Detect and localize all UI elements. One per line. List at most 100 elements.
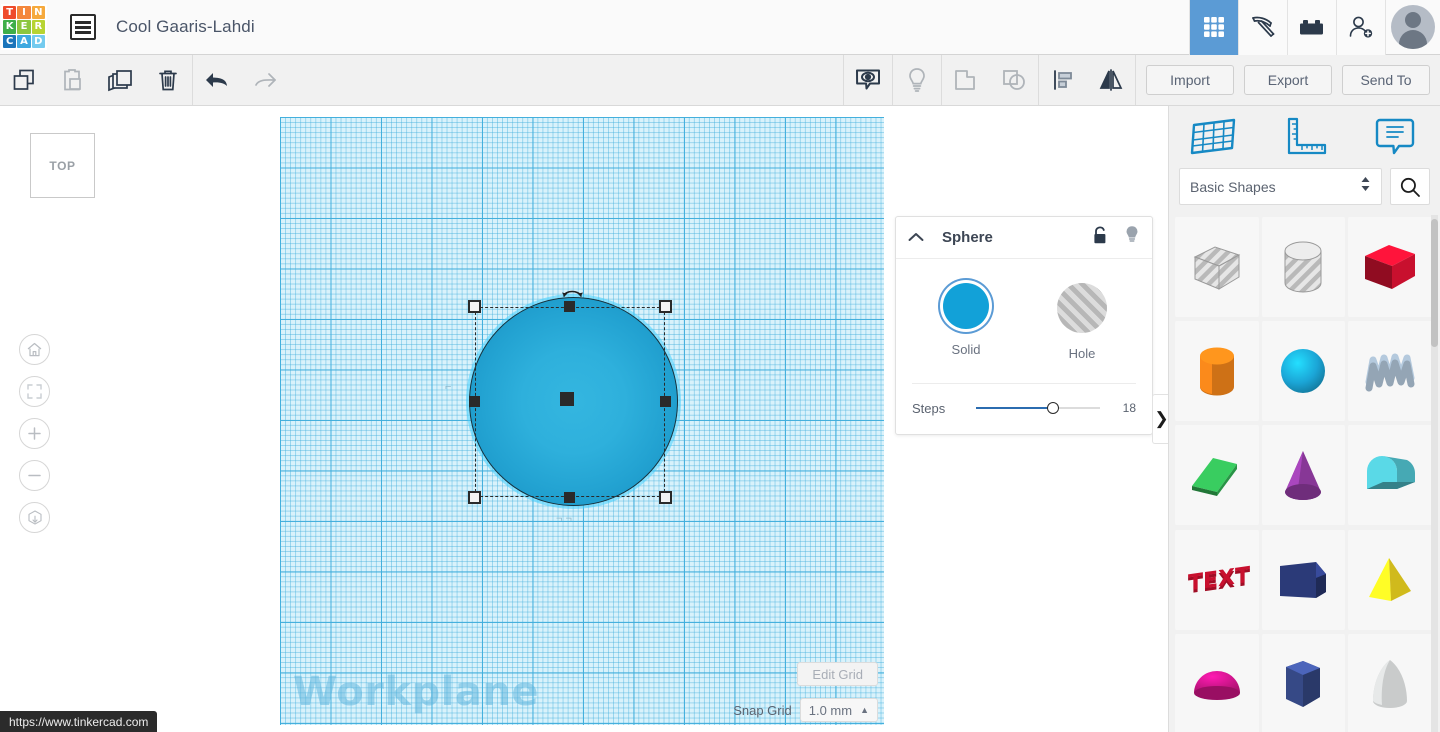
fit-to-view-icon[interactable] <box>19 376 50 407</box>
pyramid-shape[interactable] <box>1348 530 1432 630</box>
scribble-shape[interactable] <box>1348 321 1432 421</box>
apps-grid-icon[interactable] <box>1189 0 1238 55</box>
unlock-icon[interactable] <box>1092 226 1108 250</box>
toolbar-divider-6 <box>1135 55 1136 105</box>
shapes-panel-tabs <box>1169 106 1440 168</box>
logo-tile-e: E <box>17 20 30 33</box>
inspector-divider <box>912 383 1136 384</box>
grid-controls: Edit Grid Snap Grid 1.0 mm ▲ <box>733 662 878 722</box>
view-orientation-cube[interactable]: TOP <box>30 133 95 198</box>
import-button[interactable]: Import <box>1146 65 1234 95</box>
edit-grid-button[interactable]: Edit Grid <box>797 662 878 686</box>
perspective-toggle-icon[interactable] <box>19 502 50 533</box>
chevron-up-icon[interactable] <box>908 229 924 247</box>
topbar-icon-group <box>1189 0 1440 55</box>
shape-category-label: Basic Shapes <box>1190 179 1360 195</box>
resize-handle-top-left[interactable] <box>468 300 481 313</box>
steps-slider[interactable] <box>976 400 1100 416</box>
logo-tile-k: K <box>3 20 16 33</box>
ungroup-icon[interactable] <box>990 55 1038 105</box>
search-icon[interactable] <box>1390 168 1430 205</box>
paraboloid-shape[interactable] <box>1348 634 1432 732</box>
note-icon[interactable] <box>1350 106 1440 168</box>
ruler-icon[interactable] <box>1259 106 1349 168</box>
slider-knob[interactable] <box>1047 402 1059 414</box>
solid-fill-option[interactable]: Solid <box>930 283 1002 361</box>
cone-shape[interactable] <box>1262 425 1346 525</box>
avatar[interactable] <box>1385 0 1440 55</box>
home-view-icon[interactable] <box>19 334 50 365</box>
resize-handle-bottom-left[interactable] <box>468 491 481 504</box>
undo-arrow-icon[interactable] <box>193 55 241 105</box>
resize-handle-top[interactable] <box>564 301 575 312</box>
solid-label: Solid <box>930 342 1002 357</box>
tinkercad-app: TINKERCAD Cool Gaaris-Lahdi <box>0 0 1440 732</box>
cylinder-hole-shape[interactable] <box>1262 217 1346 317</box>
sphere-shape[interactable] <box>1262 321 1346 421</box>
zoom-out-icon[interactable] <box>19 460 50 491</box>
lego-brick-icon[interactable] <box>1287 0 1336 55</box>
export-button[interactable]: Export <box>1244 65 1332 95</box>
lightbulb-icon[interactable] <box>1124 225 1140 250</box>
group-icon[interactable] <box>942 55 990 105</box>
resize-handle-bottom[interactable] <box>564 492 575 503</box>
shapes-scrollbar-thumb[interactable] <box>1431 219 1438 347</box>
workplane[interactable]: Workplane ⌐ ¬ ¬ <box>280 117 884 725</box>
cylinder-shape[interactable] <box>1175 321 1259 421</box>
polygon-box-shape[interactable] <box>1262 530 1346 630</box>
resize-handle-left[interactable] <box>469 396 480 407</box>
steps-control: Steps 18 <box>910 400 1138 416</box>
steps-value: 18 <box>1106 401 1136 415</box>
snap-grid-select[interactable]: 1.0 mm ▲ <box>800 698 878 722</box>
hexagonal-prism-shape[interactable] <box>1262 634 1346 732</box>
half-cylinder-shape[interactable] <box>1348 425 1432 525</box>
logo-tile-c: C <box>3 35 16 48</box>
redo-arrow-icon[interactable] <box>241 55 289 105</box>
logo-tile-n: N <box>32 6 45 19</box>
solid-color-swatch[interactable] <box>943 283 989 329</box>
tinkercad-logo[interactable]: TINKERCAD <box>1 4 47 50</box>
resize-handle-top-right[interactable] <box>659 300 672 313</box>
view-navigation-controls <box>19 334 50 544</box>
resize-handle-right[interactable] <box>660 396 671 407</box>
delete-trash-icon[interactable] <box>144 55 192 105</box>
box-hole-shape[interactable] <box>1175 217 1259 317</box>
align-icon[interactable] <box>1039 55 1087 105</box>
snap-grid-label: Snap Grid <box>733 703 792 718</box>
slider-fill <box>976 407 1053 409</box>
inspector-title: Sphere <box>942 229 993 246</box>
logo-tile-i: I <box>17 6 30 19</box>
inspector-body: Solid Hole Steps 18 <box>896 259 1152 434</box>
edit-toolbar: Import Export Send To <box>0 55 1440 106</box>
pickaxe-icon[interactable] <box>1238 0 1287 55</box>
mirror-icon[interactable] <box>1087 55 1135 105</box>
document-list-icon[interactable] <box>70 14 96 40</box>
duplicate-icon[interactable] <box>96 55 144 105</box>
add-person-icon[interactable] <box>1336 0 1385 55</box>
resize-handle-bottom-right[interactable] <box>659 491 672 504</box>
send-to-button[interactable]: Send To <box>1342 65 1430 95</box>
hole-pattern-swatch[interactable] <box>1057 283 1107 333</box>
half-sphere-shape[interactable] <box>1175 634 1259 732</box>
shape-inspector-panel: Sphere <box>895 216 1153 435</box>
shapes-panel-controls: Basic Shapes <box>1169 168 1440 215</box>
hole-label: Hole <box>1046 346 1118 361</box>
box-shape[interactable] <box>1348 217 1432 317</box>
show-hide-eye-icon[interactable] <box>844 55 892 105</box>
lightbulb-icon[interactable] <box>893 55 941 105</box>
paste-icon[interactable] <box>48 55 96 105</box>
top-bar: TINKERCAD Cool Gaaris-Lahdi <box>0 0 1440 55</box>
shape-category-select[interactable]: Basic Shapes <box>1179 168 1382 205</box>
zoom-in-icon[interactable] <box>19 418 50 449</box>
workplane-grid-icon[interactable] <box>1169 106 1259 168</box>
text-shape[interactable]: TEXT TEXT <box>1175 530 1259 630</box>
stepper-caret-icon <box>1360 175 1371 198</box>
height-handle-center[interactable] <box>560 392 574 406</box>
workplane-label: Workplane <box>293 669 539 715</box>
fill-mode-options: Solid Hole <box>910 283 1138 361</box>
hole-fill-option[interactable]: Hole <box>1046 283 1118 361</box>
roof-shape[interactable] <box>1175 425 1259 525</box>
canvas-area[interactable]: TOP <box>0 106 1168 732</box>
copy-icon[interactable] <box>0 55 48 105</box>
logo-tile-a: A <box>17 35 30 48</box>
